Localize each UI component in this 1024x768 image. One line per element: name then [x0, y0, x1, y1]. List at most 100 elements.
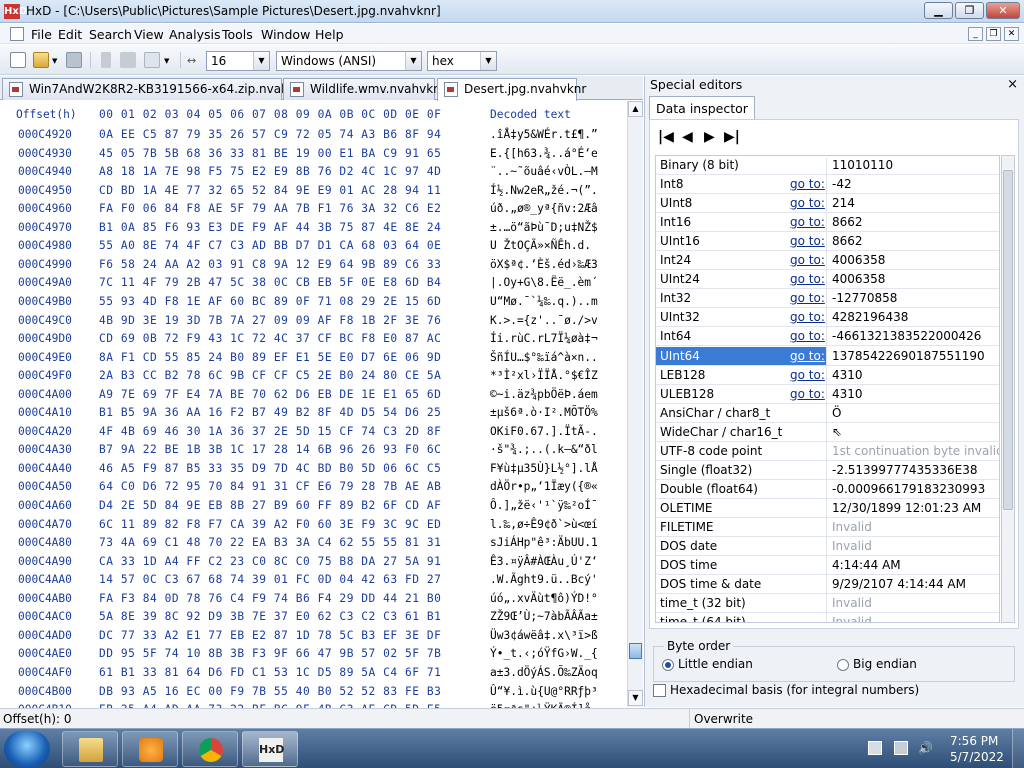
row-decoded-text[interactable]: Íi.rùC.rL7Ï¼øà‡¬ [490, 332, 598, 345]
hex-row[interactable]: 000C49B0 55 93 4D F8 1E AF 60 BC 89 0F 71… [0, 295, 627, 314]
hex-row[interactable]: 000C4A40 46 A5 F9 87 B5 33 35 D9 7D 4C BD… [0, 462, 627, 481]
close-button[interactable]: ✕ [986, 2, 1020, 19]
menu-edit[interactable]: Edit [58, 27, 82, 42]
row-decoded-text[interactable]: Í½.Nw2eR„žé.¬(”. [490, 184, 598, 197]
hex-row[interactable]: 000C4AC0 5A 8E 39 8C 92 D9 3B 7E 37 E0 62… [0, 610, 627, 629]
inspector-row[interactable]: Int16 go to: 8662 [656, 213, 999, 235]
inspector-row[interactable]: Int32 go to: -12770858 [656, 289, 999, 311]
hex-basis-checkbox[interactable] [653, 684, 666, 697]
hex-row[interactable]: 000C4AD0 DC 77 33 A2 E1 77 EB E2 87 1D 78… [0, 629, 627, 648]
taskbar-chrome[interactable] [182, 731, 238, 767]
last-icon[interactable]: ▶| [724, 129, 740, 145]
hex-row[interactable]: 000C4A10 B1 B5 9A 36 AA 16 F2 B7 49 B2 8F… [0, 406, 627, 425]
properties-icon[interactable] [144, 52, 160, 68]
row-decoded-text[interactable]: ŠñÍU…$°‰ïá^à×n.. [490, 351, 598, 364]
inspector-value[interactable]: Invalid [826, 615, 999, 622]
tab-desert[interactable]: Desert.jpg.nvahvknr [437, 78, 586, 101]
row-decoded-text[interactable]: úð.„ø®_yª{ñv:2Æâ [490, 202, 598, 215]
hex-row[interactable]: 000C49C0 4B 9D 3E 19 3D 7B 7A 27 09 09 AF… [0, 314, 627, 333]
hex-row[interactable]: 000C4920 0A EE C5 87 79 35 26 57 C9 72 05… [0, 128, 627, 147]
row-decoded-text[interactable]: ZŽ9Œ’Ù;~7àbÃÂÃa± [490, 610, 598, 623]
inspector-row[interactable]: Single (float32) -2.51399777435336E38 [656, 461, 999, 482]
row-bytes[interactable]: B7 9A 22 BE 1B 3B 1C 17 28 14 6B 96 26 9… [99, 443, 441, 456]
big-endian-radio[interactable] [837, 659, 849, 671]
row-decoded-text[interactable]: Û“¥.ì.ù{U@°RRƒþ³ [490, 685, 598, 698]
row-bytes[interactable]: 0A EE C5 87 79 35 26 57 C9 72 05 74 A3 B… [99, 128, 441, 141]
row-decoded-text[interactable]: ©~i.äz¾pbÖëÞ.áem [490, 388, 598, 401]
inspector-scrollbar[interactable] [1001, 155, 1015, 623]
hex-row[interactable]: 000C4A60 D4 2E 5D 84 9E EB 8B 27 B9 60 FF… [0, 499, 627, 518]
row-decoded-text[interactable]: l.‰‚ø÷Ê9¢ð`>ù<œí [490, 518, 598, 531]
inspector-row[interactable]: WideChar / char16_t ⇖ [656, 423, 999, 444]
menu-file[interactable]: File [31, 27, 52, 42]
row-bytes[interactable]: 4F 4B 69 46 30 1A 36 37 2E 5D 15 CF 74 C… [99, 425, 441, 438]
hex-row[interactable]: 000C4A30 B7 9A 22 BE 1B 3B 1C 17 28 14 6B… [0, 443, 627, 462]
hex-row[interactable]: 000C4AE0 DD 95 5F 74 10 8B 3B F3 9F 66 47… [0, 647, 627, 666]
row-decoded-text[interactable]: Ý•_t.‹;óŸfG›W._{ [490, 647, 598, 660]
row-decoded-text[interactable]: ·š"¾.;..(.k–&“ðl [490, 443, 598, 456]
minimize-button[interactable]: ▁ [924, 2, 953, 19]
inspector-row[interactable]: FILETIME Invalid [656, 518, 999, 539]
taskbar-hxd[interactable]: HxD [242, 731, 298, 767]
menu-help[interactable]: Help [315, 27, 344, 42]
hex-row[interactable]: 000C4AB0 FA F3 84 0D 78 76 C4 F9 74 B6 F4… [0, 592, 627, 611]
mdi-restore-button[interactable]: ❐ [986, 27, 1001, 41]
row-bytes[interactable]: FA F0 06 84 F8 AE 5F 79 AA 7B F1 76 3A 3… [99, 202, 441, 215]
row-bytes[interactable]: D4 2E 5D 84 9E EB 8B 27 B9 60 FF 89 B2 6… [99, 499, 441, 512]
inspector-row[interactable]: Int24 go to: 4006358 [656, 251, 999, 273]
inspector-row[interactable]: UInt64 go to: 13785422690187551190 [656, 346, 999, 368]
hex-row[interactable]: 000C4930 45 05 7B 5B 68 36 33 81 BE 19 00… [0, 147, 627, 166]
mdi-minimize-button[interactable]: _ [968, 27, 983, 41]
goto-link[interactable]: go to: [790, 387, 825, 401]
inspector-row[interactable]: Binary (8 bit) 11010110 [656, 156, 999, 177]
inspector-row[interactable]: time_t (64 bit) Invalid [656, 613, 999, 622]
goto-link[interactable]: go to: [790, 253, 825, 267]
scroll-down-icon[interactable]: ▼ [628, 690, 643, 706]
hex-row[interactable]: 000C4A70 6C 11 89 82 F8 F7 CA 39 A2 F0 60… [0, 518, 627, 537]
hex-row[interactable]: 000C4A00 A9 7E 69 7F E4 7A BE 70 62 D6 EB… [0, 388, 627, 407]
first-icon[interactable]: |◀ [658, 129, 674, 145]
row-bytes[interactable]: 45 05 7B 5B 68 36 33 81 BE 19 00 E1 BA C… [99, 147, 441, 160]
row-decoded-text[interactable]: sJiÁHp"ê³:ÄbUU.1 [490, 536, 598, 549]
hex-row[interactable]: 000C4A80 73 4A 69 C1 48 70 22 EA B3 3A C4… [0, 536, 627, 555]
row-bytes[interactable]: 2A B3 CC B2 78 6C 9B CF CF C5 2E B0 24 8… [99, 369, 441, 382]
row-bytes[interactable]: 64 C0 D6 72 95 70 84 91 31 CF E6 79 28 7… [99, 480, 441, 493]
chevron-down-icon[interactable]: ▼ [164, 57, 169, 65]
print-icon[interactable] [120, 52, 136, 68]
goto-link[interactable]: go to: [790, 291, 825, 305]
row-bytes[interactable]: 8A F1 CD 55 85 24 B0 89 EF E1 5E E0 D7 6… [99, 351, 441, 364]
network-icon[interactable] [894, 741, 908, 755]
menu-analysis[interactable]: Analysis [169, 27, 221, 42]
goto-link[interactable]: go to: [790, 215, 825, 229]
inspector-row[interactable]: Int64 go to: -4661321383522000426 [656, 327, 999, 349]
row-decoded-text[interactable]: |.Oy+G\8.Ëë_.èm´ [490, 276, 598, 289]
row-decoded-text[interactable]: OKiF0.67.].ÏtÃ-. [490, 425, 598, 438]
row-bytes[interactable]: 61 B1 33 81 64 D6 FD C1 53 1C D5 89 5A C… [99, 666, 441, 679]
inspector-row[interactable]: ULEB128 go to: 4310 [656, 385, 999, 406]
next-icon[interactable]: ▶ [704, 129, 715, 145]
charset-select[interactable]: Windows (ANSI) ▼ [276, 51, 422, 71]
inspector-row[interactable]: UInt32 go to: 4282196438 [656, 308, 999, 330]
hex-row[interactable]: 000C4A50 64 C0 D6 72 95 70 84 91 31 CF E6… [0, 480, 627, 499]
row-decoded-text[interactable]: Üw3¢áwëâ‡.x\³ï>ß [490, 629, 598, 642]
tab-data-inspector[interactable]: Data inspector [649, 96, 755, 120]
hex-row[interactable]: 000C4AA0 14 57 0C C3 67 68 74 39 01 FC 0D… [0, 573, 627, 592]
show-desktop-button[interactable] [1012, 729, 1024, 768]
row-decoded-text[interactable]: a±3.dÖýÁS.Õ‰ZÄoq [490, 666, 598, 679]
menu-search[interactable]: Search [89, 27, 132, 42]
taskbar-media-player[interactable] [122, 731, 178, 767]
row-bytes[interactable]: 55 A0 8E 74 4F C7 C3 AD BB D7 D1 CA 68 0… [99, 239, 441, 252]
little-endian-radio[interactable] [662, 659, 674, 671]
goto-link[interactable]: go to: [790, 272, 825, 286]
hex-row[interactable]: 000C4B00 DB 93 A5 16 EC 00 F9 7B 55 40 B0… [0, 685, 627, 704]
row-bytes[interactable]: 5A 8E 39 8C 92 D9 3B 7E 37 E0 62 C3 C2 C… [99, 610, 441, 623]
row-bytes[interactable]: 55 93 4D F8 1E AF 60 BC 89 0F 71 08 29 2… [99, 295, 441, 308]
maximize-button[interactable]: ❐ [955, 2, 984, 19]
hex-row[interactable]: 000C49A0 7C 11 4F 79 2B 47 5C 38 0C CB EB… [0, 276, 627, 295]
hex-row[interactable]: 000C49F0 2A B3 CC B2 78 6C 9B CF CF C5 2E… [0, 369, 627, 388]
new-file-icon[interactable] [10, 52, 26, 68]
row-decoded-text[interactable]: E.{[h63.¾..á°É‘e [490, 147, 598, 160]
row-decoded-text[interactable]: Ê3.¤ÿÂ#ÀŒÀu¸Ú'Z‘ [490, 555, 598, 568]
row-decoded-text[interactable]: U“Mø.¯`¼‰.q.)..m [490, 295, 598, 308]
scroll-up-icon[interactable]: ▲ [628, 101, 643, 117]
